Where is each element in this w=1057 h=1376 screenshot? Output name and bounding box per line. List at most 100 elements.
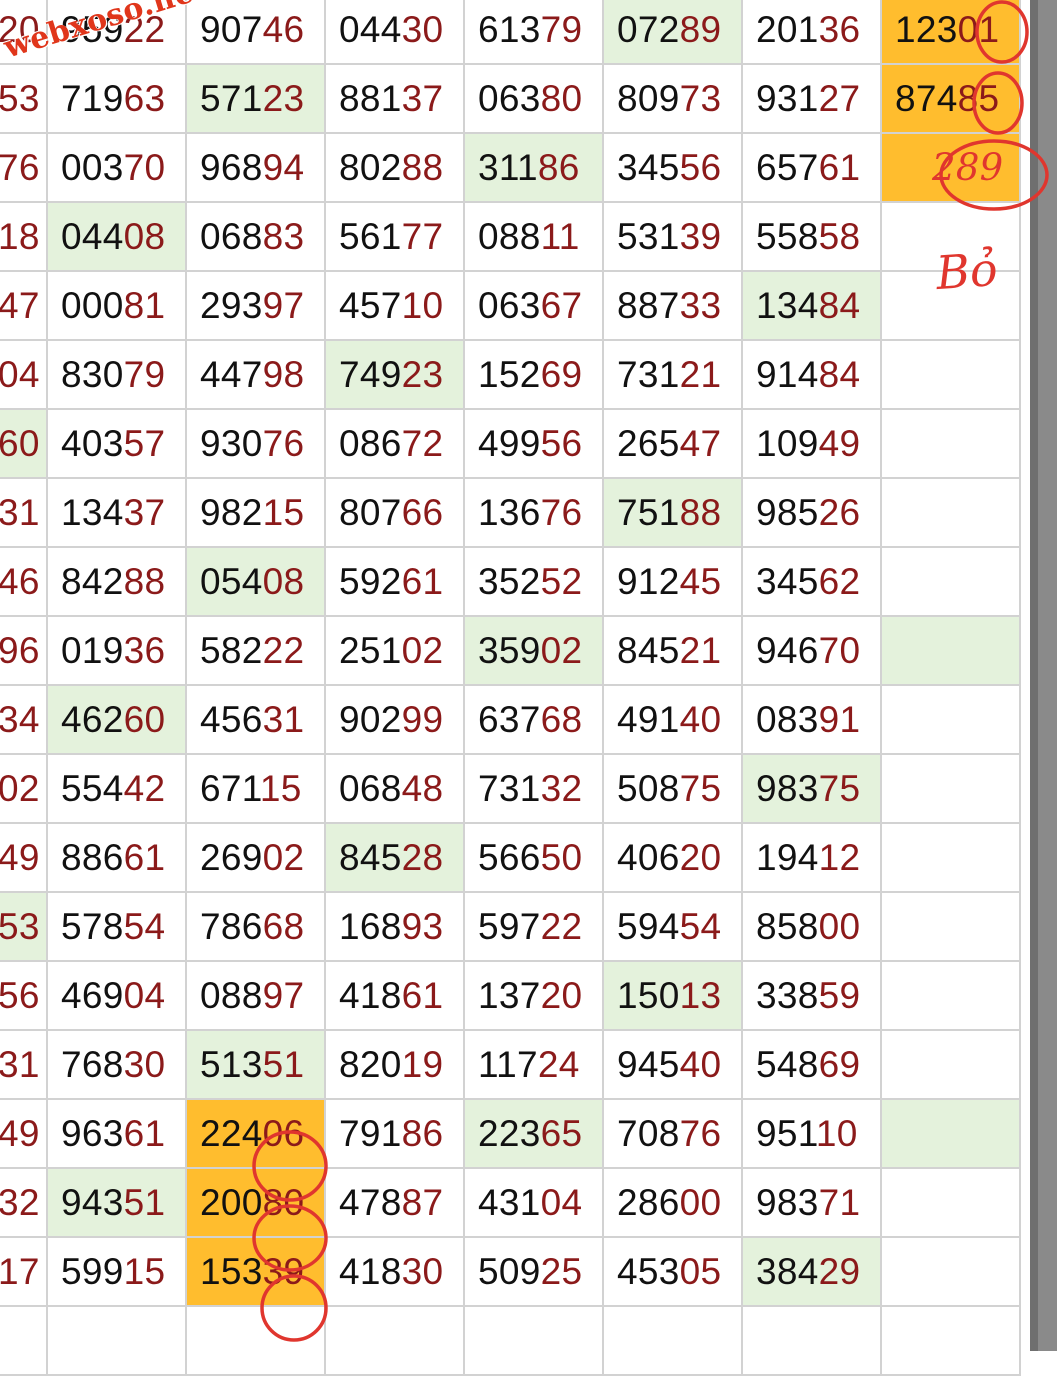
tail-digits: 10 (815, 1113, 858, 1154)
table-row: 46 84288 05408 59261 35252 91245 34562 (0, 546, 1021, 617)
result-cell (880, 1236, 1021, 1307)
tail-digits: 68 (262, 906, 305, 947)
tail-digits: 53 (0, 78, 40, 119)
number-cell: 67115 (185, 753, 326, 824)
number-cell: 83079 (46, 339, 187, 410)
table-row: 56 46904 08897 41861 13720 15013 33859 (0, 960, 1021, 1031)
number-cell: 11724 (463, 1029, 604, 1100)
cell-value: 79186 (339, 1113, 444, 1154)
prefix-cell: 60 (0, 408, 48, 479)
number-cell: 04430 (324, 0, 465, 65)
cell-value: 08897 (200, 975, 305, 1016)
prefix-cell: 02 (0, 753, 48, 824)
result-cell (880, 339, 1021, 410)
table-row: 49 88661 26902 84528 56650 40620 19412 (0, 822, 1021, 893)
tail-digits: 25 (540, 1251, 583, 1292)
table-row: 76 00370 96894 80288 31186 34556 65761 289 (0, 132, 1021, 203)
tail-digits: 39 (262, 1251, 305, 1292)
tail-digits: 23 (262, 78, 305, 119)
cell-value: 06848 (339, 768, 444, 809)
tail-digits: 86 (401, 1113, 444, 1154)
tail-digits: 02 (540, 630, 583, 671)
tail-digits: 02 (0, 768, 40, 809)
cell-value: 26547 (617, 423, 722, 464)
cell-value: 88137 (339, 78, 444, 119)
number-cell: 29397 (185, 270, 326, 341)
tail-digits: 02 (262, 837, 305, 878)
tail-digits: 80 (262, 1182, 305, 1223)
number-cell: 94351 (46, 1167, 187, 1238)
cell-value: 13720 (478, 975, 583, 1016)
number-cell: 71963 (46, 63, 187, 134)
result-cell: 289 (880, 132, 1021, 203)
tail-digits: 27 (818, 78, 861, 119)
cell-value: 91484 (756, 354, 861, 395)
table-row: 53 71963 57123 88137 06380 80973 93127 87485 (0, 63, 1021, 134)
cell-value: 40620 (617, 837, 722, 878)
cell-value: 20080 (200, 1182, 305, 1223)
cell-value: 95110 (756, 1113, 858, 1154)
number-cell: 80973 (602, 63, 743, 134)
number-cell: 06367 (463, 270, 604, 341)
cell-value: 88733 (617, 285, 722, 326)
cell-value: 04408 (61, 216, 166, 257)
cell-value: 07289 (617, 9, 722, 50)
cell-value: 10949 (756, 423, 861, 464)
number-cell: 28600 (602, 1167, 743, 1238)
number-cell: 45631 (185, 684, 326, 755)
tail-digits: 36 (123, 630, 166, 671)
tail-digits: 00 (818, 906, 861, 947)
number-cell: 26902 (185, 822, 326, 893)
tail-digits: 77 (401, 216, 444, 257)
result-cell (880, 684, 1021, 755)
scrollbar[interactable] (1030, 0, 1038, 1351)
tail-digits: 88 (679, 492, 722, 533)
number-cell: 55442 (46, 753, 187, 824)
cell-value: 40357 (61, 423, 166, 464)
table-row: 18 04408 06883 56177 08811 53139 55858 (0, 201, 1021, 272)
tail-digits: 30 (401, 1251, 444, 1292)
tail-digits: 47 (0, 285, 40, 326)
prefix-cell: 53 (0, 63, 48, 134)
number-cell: 73132 (463, 753, 604, 824)
cell-value: 06883 (200, 216, 305, 257)
number-cell (602, 1305, 743, 1376)
result-cell (880, 1029, 1021, 1100)
tail-digits: 86 (537, 147, 580, 188)
tail-digits: 94 (262, 147, 305, 188)
number-cell: 56177 (324, 201, 465, 272)
cell-value: 74923 (339, 354, 444, 395)
tail-digits: 76 (679, 1113, 722, 1154)
cell-value: 49 (0, 839, 40, 876)
cell-value: 88661 (61, 837, 166, 878)
tail-digits: 31 (262, 699, 305, 740)
number-cell: 75188 (602, 477, 743, 548)
cell-value: 45631 (200, 699, 305, 740)
cell-value: 31186 (478, 147, 580, 188)
tail-digits: 79 (540, 9, 583, 50)
number-cell: 93127 (741, 63, 882, 134)
cell-value: 00081 (61, 285, 166, 326)
cell-value: 85800 (756, 906, 861, 947)
cell-value: 63768 (478, 699, 583, 740)
tail-digits: 15 (123, 1251, 166, 1292)
cell-value: 91245 (617, 561, 722, 602)
tail-digits: 37 (401, 78, 444, 119)
number-cell: 35252 (463, 546, 604, 617)
number-cell: 22365 (463, 1098, 604, 1169)
number-cell: 74923 (324, 339, 465, 410)
cell-value: 58222 (200, 630, 305, 671)
cell-value: 94670 (756, 630, 861, 671)
cell-value: 45710 (339, 285, 444, 326)
number-cell: 59722 (463, 891, 604, 962)
cell-value: 61379 (478, 9, 583, 50)
tail-digits: 63 (123, 78, 166, 119)
cell-value: 65761 (756, 147, 861, 188)
number-cell: 06380 (463, 63, 604, 134)
tail-digits: 04 (0, 354, 40, 395)
number-cell: 91484 (741, 339, 882, 410)
tail-digits: 31 (0, 492, 40, 533)
tail-digits: 89 (679, 9, 722, 50)
number-cell: 41861 (324, 960, 465, 1031)
cell-value: 31 (0, 1046, 40, 1083)
